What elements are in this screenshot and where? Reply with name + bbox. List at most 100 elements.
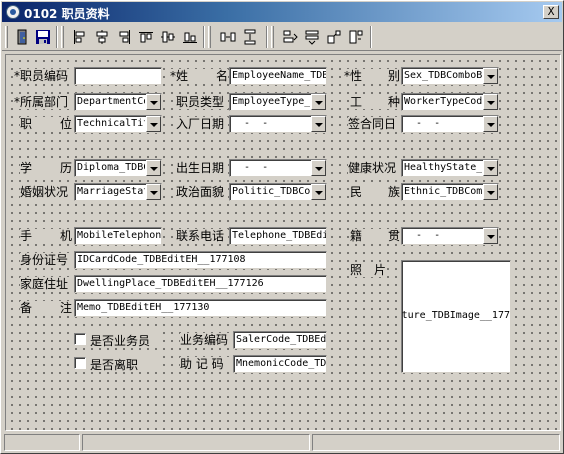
health-select[interactable]: HealthyState_TDBComboBox	[401, 159, 499, 177]
toolbar	[2, 23, 562, 51]
space-vertical-icon[interactable]	[240, 26, 260, 48]
label-worker-type: 工种	[350, 95, 400, 109]
label-join-date: 入厂日期	[176, 117, 228, 131]
chevron-down-icon[interactable]	[483, 116, 498, 132]
label-saler-code: 业务编码	[180, 333, 232, 347]
toolbar-grip[interactable]	[271, 26, 274, 48]
native-place-select[interactable]: - -	[401, 227, 499, 245]
checkbox-box[interactable]	[74, 357, 86, 369]
exit-icon[interactable]	[12, 26, 32, 48]
marriage-select[interactable]: MarriageState_TDBComboBox	[74, 183, 162, 201]
is-resigned-checkbox[interactable]: 是否离职	[72, 355, 162, 372]
label-telephone: 联系电话	[176, 229, 228, 243]
toolbar-separator	[203, 26, 205, 48]
label-education: 学历	[20, 161, 72, 175]
label-name: *姓名	[170, 69, 228, 83]
chevron-down-icon[interactable]	[483, 68, 498, 84]
label-address: 家庭住址	[20, 277, 72, 291]
politics-select[interactable]: Politic_TDBComboBox	[229, 183, 327, 201]
photo-image[interactable]: Picture_TDBImage__177	[401, 260, 511, 373]
same-width-icon[interactable]	[280, 26, 300, 48]
label-employee-type: 职员类型	[176, 95, 228, 109]
label-id-card: 身份证号	[20, 253, 72, 267]
label-contract-date: 签合同日	[348, 117, 400, 131]
chevron-down-icon[interactable]	[311, 94, 326, 110]
toolbar-separator	[370, 26, 372, 48]
label-ethnic: 民族	[350, 185, 400, 199]
ethnic-select[interactable]: Ethnic_TDBComboBox	[401, 183, 499, 201]
status-pane	[4, 434, 80, 451]
grow-width-icon[interactable]	[324, 26, 344, 48]
address-input[interactable]: DwellingPlace_TDBEditEH__177126	[74, 275, 327, 293]
department-select[interactable]: DepartmentCode_TDBLookupCombo	[74, 93, 162, 111]
checkbox-box[interactable]	[74, 333, 86, 345]
contract-date-picker[interactable]: - -	[401, 115, 499, 133]
name-input[interactable]: EmployeeName_TDBEditEH__177094	[229, 67, 327, 85]
mobile-input[interactable]: MobileTelephone_TDBEditEH	[74, 227, 162, 245]
chevron-down-icon[interactable]	[483, 94, 498, 110]
mnemonic-input[interactable]: MnemonicCode_TDBEditEH	[233, 355, 327, 373]
title-bar[interactable]: 0102 职员资料 X	[2, 2, 562, 22]
chevron-down-icon[interactable]	[483, 228, 498, 244]
is-salesman-label: 是否业务员	[90, 334, 151, 348]
label-politics: 政治面貌	[176, 185, 228, 199]
title-select[interactable]: TechnicalTitle_TDBComboBox	[74, 115, 162, 133]
employee-type-select[interactable]: EmployeeType_TDBComboBox	[229, 93, 327, 111]
align-top-icon[interactable]	[136, 26, 156, 48]
worker-type-select[interactable]: WorkerTypeCode_TDBLookup	[401, 93, 499, 111]
join-date-picker[interactable]: - -	[229, 115, 327, 133]
is-resigned-label: 是否离职	[90, 358, 139, 372]
label-memo: 备注	[20, 301, 72, 315]
employee-code-input[interactable]	[74, 67, 162, 85]
photo-placeholder-text: Picture_TDBImage__177	[402, 309, 510, 321]
chevron-down-icon[interactable]	[483, 184, 498, 200]
grow-height-icon[interactable]	[346, 26, 366, 48]
label-mnemonic: 助 记 码	[180, 357, 232, 371]
label-health: 健康状况	[348, 161, 400, 175]
label-sex: *性别	[344, 69, 400, 83]
chevron-down-icon[interactable]	[311, 160, 326, 176]
align-center-icon[interactable]	[92, 26, 112, 48]
education-select[interactable]: Diploma_TDBComboBox	[74, 159, 162, 177]
toolbar-grip[interactable]	[5, 26, 8, 48]
toolbar-grip[interactable]	[61, 26, 64, 48]
is-salesman-checkbox[interactable]: 是否业务员	[72, 331, 162, 348]
toolbar-separator	[266, 26, 268, 48]
chevron-down-icon[interactable]	[146, 184, 161, 200]
same-height-icon[interactable]	[302, 26, 322, 48]
toolbar-grip[interactable]	[208, 26, 211, 48]
label-mobile: 手机	[20, 229, 72, 243]
employee-window: 0102 职员资料 X *职员编码 *姓 名 EmployeeName_TD *…	[0, 0, 564, 454]
telephone-input[interactable]: Telephone_TDBEditEH__177102	[229, 227, 327, 245]
chevron-down-icon[interactable]	[146, 94, 161, 110]
chevron-down-icon[interactable]	[146, 160, 161, 176]
chevron-down-icon[interactable]	[311, 184, 326, 200]
align-bottom-icon[interactable]	[180, 26, 200, 48]
label-marriage: 婚姻状况	[20, 185, 72, 199]
birth-date-picker[interactable]: - -	[229, 159, 327, 177]
close-button[interactable]: X	[543, 5, 559, 19]
chevron-down-icon[interactable]	[311, 116, 326, 132]
status-bar	[2, 433, 562, 453]
space-horizontal-icon[interactable]	[218, 26, 238, 48]
memo-input[interactable]: Memo_TDBEditEH__177130	[74, 299, 327, 317]
align-right-icon[interactable]	[114, 26, 134, 48]
status-pane	[312, 434, 560, 451]
id-card-input[interactable]: IDCardCode_TDBEditEH__177108	[74, 251, 327, 269]
label-native-place: 籍贯	[350, 229, 400, 243]
saler-code-input[interactable]: SalerCode_TDBEditEH	[233, 331, 327, 349]
employee-form: *职员编码 *姓名 EmployeeName_TDBEditEH__177094…	[5, 54, 561, 431]
label-title: 职位	[20, 117, 72, 131]
app-icon[interactable]	[6, 5, 20, 19]
window-title: 0102 职员资料	[24, 7, 110, 21]
chevron-down-icon[interactable]	[146, 116, 161, 132]
align-middle-icon[interactable]	[158, 26, 178, 48]
label-birth-date: 出生日期	[176, 161, 228, 175]
label-department: *所属部门	[14, 95, 74, 109]
label-photo: 照片	[350, 263, 386, 277]
sex-select[interactable]: Sex_TDBComboBox	[401, 67, 499, 85]
align-left-icon[interactable]	[70, 26, 90, 48]
chevron-down-icon[interactable]	[483, 160, 498, 176]
toolbar-separator	[56, 26, 58, 48]
save-icon[interactable]	[33, 26, 53, 48]
